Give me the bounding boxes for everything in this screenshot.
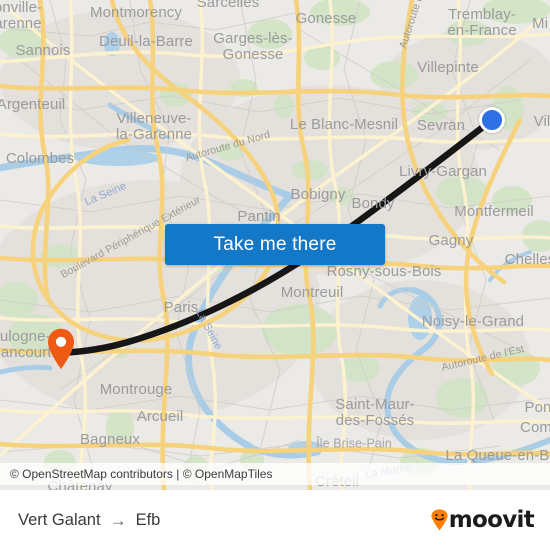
- route-destination-label: Efb: [135, 510, 161, 529]
- destination-marker[interactable]: [46, 328, 76, 370]
- attribution-text[interactable]: © OpenStreetMap contributors | © OpenMap…: [10, 467, 272, 481]
- route-summary: Vert Galant → Efb: [18, 511, 160, 530]
- moovit-logo[interactable]: moovit: [431, 506, 535, 533]
- moovit-pin-icon: [431, 509, 448, 531]
- arrow-right-icon: →: [109, 510, 127, 530]
- origin-marker[interactable]: [479, 107, 505, 133]
- take-me-there-button[interactable]: Take me there: [165, 224, 385, 265]
- moovit-wordmark: moovit: [448, 506, 535, 533]
- route-origin-label: Vert Galant: [18, 510, 101, 529]
- moovit-route-map-screen: onville-arenneMontmorencySarcellesGoness…: [0, 0, 550, 550]
- footer-bar: Vert Galant → Efb moovit: [0, 490, 550, 550]
- map-canvas[interactable]: onville-arenneMontmorencySarcellesGoness…: [0, 0, 550, 490]
- map-attribution-bar: © OpenStreetMap contributors | © OpenMap…: [0, 463, 550, 485]
